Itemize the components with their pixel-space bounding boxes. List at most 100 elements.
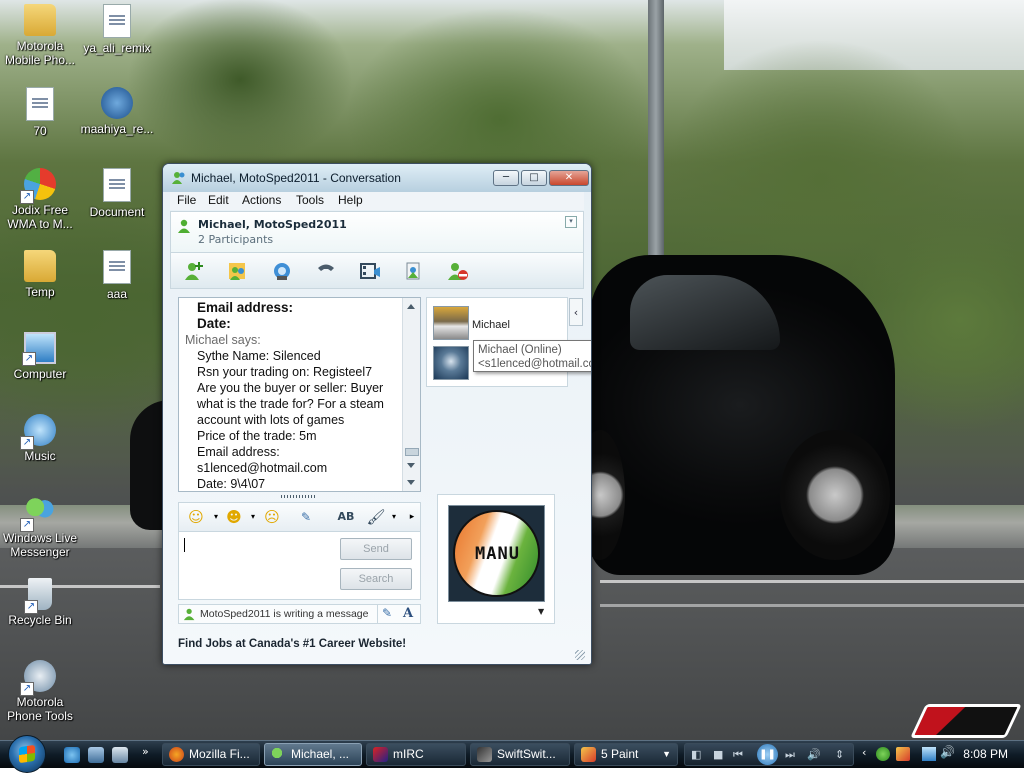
collapse-header-button[interactable]: ▾ — [565, 216, 577, 228]
group-dropdown-icon[interactable]: ▼ — [662, 744, 671, 765]
pause-button[interactable]: ❚❚ — [757, 744, 778, 765]
font-button[interactable]: AB — [335, 508, 357, 526]
scroll-down-icon[interactable] — [407, 463, 415, 468]
swiftswitch-icon — [477, 747, 492, 762]
folder-icon — [24, 250, 56, 282]
maximize-button[interactable]: □ — [521, 170, 547, 186]
share-folder-button[interactable] — [401, 259, 427, 283]
block-contact-button[interactable] — [445, 259, 471, 283]
minimize-button[interactable]: ─ — [493, 170, 519, 186]
video-call-button[interactable] — [269, 259, 295, 283]
taskbar-item-messenger[interactable]: Michael, ... — [264, 743, 362, 766]
display-picture-text: MANU — [475, 544, 520, 564]
history-line: Email address: — [197, 445, 280, 459]
taskbar-item-paint[interactable]: 5 Paint ▼ — [574, 743, 678, 766]
contact-name-michael[interactable]: Michael — [472, 319, 510, 331]
close-button[interactable]: ✕ — [549, 170, 589, 186]
message-compose-area[interactable]: Send Search — [178, 532, 421, 600]
menu-actions[interactable]: Actions — [242, 193, 281, 207]
desktop-icon[interactable]: Music — [0, 414, 80, 463]
nudge-button[interactable]: ☹ — [261, 508, 283, 526]
media-menu-icon[interactable]: ◧ — [691, 748, 701, 761]
menu-edit[interactable]: Edit — [208, 193, 229, 207]
pane-splitter[interactable] — [281, 495, 315, 498]
menu-file[interactable]: File — [177, 193, 196, 207]
scroll-up-icon[interactable] — [407, 304, 415, 309]
taskbar-item-mirc[interactable]: mIRC — [366, 743, 466, 766]
start-button[interactable] — [8, 735, 46, 773]
search-button[interactable]: Search — [340, 568, 412, 590]
scroll-end-icon[interactable] — [407, 480, 415, 485]
desktop-icon[interactable]: Temp — [0, 250, 80, 299]
handwriting-button[interactable]: ✎ — [382, 606, 392, 620]
taskbar-item-swiftswitch[interactable]: SwiftSwit... — [470, 743, 570, 766]
share-contacts-button[interactable] — [225, 259, 251, 283]
desktop-icon[interactable]: ya_ali_remix — [77, 4, 157, 55]
stop-icon[interactable]: ■ — [713, 748, 723, 761]
scroll-thumb[interactable] — [405, 448, 419, 456]
desktop-icon[interactable]: Document — [77, 168, 157, 219]
document-file-icon — [103, 168, 131, 202]
advertisement-link[interactable]: Find Jobs at Canada's #1 Career Website! — [178, 638, 406, 650]
menu-tools[interactable]: Tools — [296, 193, 324, 207]
next-track-icon[interactable]: ⏭ — [785, 748, 795, 762]
desktop-icon[interactable]: 70 — [0, 87, 80, 138]
clock[interactable]: 8:08 PM — [963, 747, 1008, 761]
show-desktop-icon[interactable] — [88, 747, 104, 763]
pause-icon: ❚❚ — [759, 749, 776, 760]
quick-launch-more-icon[interactable]: » — [142, 745, 149, 758]
display-picture[interactable]: MANU — [448, 505, 545, 602]
share-media-button[interactable] — [357, 259, 383, 283]
motosped-avatar[interactable] — [433, 346, 469, 380]
share-media-icon — [360, 263, 380, 279]
switch-windows-icon[interactable] — [112, 747, 128, 763]
desktop-icon[interactable]: aaa — [77, 250, 157, 301]
jodix-app-icon — [20, 168, 56, 204]
history-scrollbar[interactable] — [402, 298, 420, 491]
michael-avatar[interactable] — [433, 306, 469, 340]
desktop-icon[interactable]: Motorola Phone Tools — [0, 660, 80, 723]
menu-help[interactable]: Help — [338, 193, 363, 207]
restore-player-icon[interactable]: ⇕ — [835, 748, 844, 761]
taskbar-item-label: 5 Paint — [601, 747, 639, 761]
desktop-icon[interactable]: Jodix Free WMA to M... — [0, 168, 80, 231]
block-contact-icon — [448, 263, 468, 280]
messenger-tray-icon[interactable] — [876, 747, 890, 761]
more-tools-icon[interactable]: ▸ — [401, 508, 423, 526]
desktop-icon[interactable]: Recycle Bin — [0, 578, 80, 627]
previous-track-icon[interactable]: ⏮ — [733, 748, 743, 762]
title-bar[interactable]: Michael, MotoSped2011 - Conversation ─ □… — [163, 164, 591, 192]
internet-explorer-icon[interactable] — [64, 747, 80, 763]
music-icon — [20, 414, 56, 450]
call-button[interactable] — [313, 259, 339, 283]
send-button[interactable]: Send — [340, 538, 412, 560]
desktop-icon[interactable]: maahiya_re... — [77, 87, 157, 136]
conversation-window[interactable]: Michael, MotoSped2011 - Conversation ─ □… — [162, 163, 592, 665]
desktop-icon[interactable]: Computer — [0, 332, 80, 381]
messenger-icon — [20, 496, 56, 532]
desktop-icon-label: 70 — [33, 124, 47, 138]
voice-clip-button[interactable]: ✎ — [295, 508, 317, 526]
network-icon[interactable] — [922, 747, 936, 761]
collapse-pane-button[interactable]: ‹ — [569, 298, 583, 326]
paint-tray-icon[interactable] — [896, 747, 910, 761]
history-speaker: Michael says: — [185, 333, 261, 347]
desktop-icon[interactable]: Windows Live Messenger — [0, 496, 80, 559]
corner-logo — [910, 704, 1022, 738]
volume-tray-icon[interactable]: 🔊 — [940, 745, 955, 759]
text-mode-button[interactable]: A — [403, 606, 413, 621]
taskbar-item-firefox[interactable]: Mozilla Fi... — [162, 743, 260, 766]
history-line: Are you the buyer or seller: Buyer — [197, 381, 384, 395]
volume-icon[interactable]: 🔊 — [807, 748, 821, 761]
history-line: s1lenced@hotmail.com — [197, 461, 328, 475]
messenger-icon — [172, 172, 185, 184]
invite-contact-button[interactable] — [181, 259, 207, 283]
messenger-icon — [271, 747, 286, 762]
show-hidden-icons-icon[interactable]: ‹ — [862, 746, 866, 759]
smiley-icon: ☺ — [188, 508, 204, 526]
resize-grip[interactable] — [575, 650, 585, 660]
chat-history[interactable]: Email address: Date: Michael says: Sythe… — [178, 297, 421, 492]
desktop-icon[interactable]: Motorola Mobile Pho... — [0, 4, 80, 67]
emoticon-button[interactable]: ☺ — [185, 508, 207, 526]
display-picture-dropdown-icon[interactable]: ▼ — [538, 607, 544, 616]
